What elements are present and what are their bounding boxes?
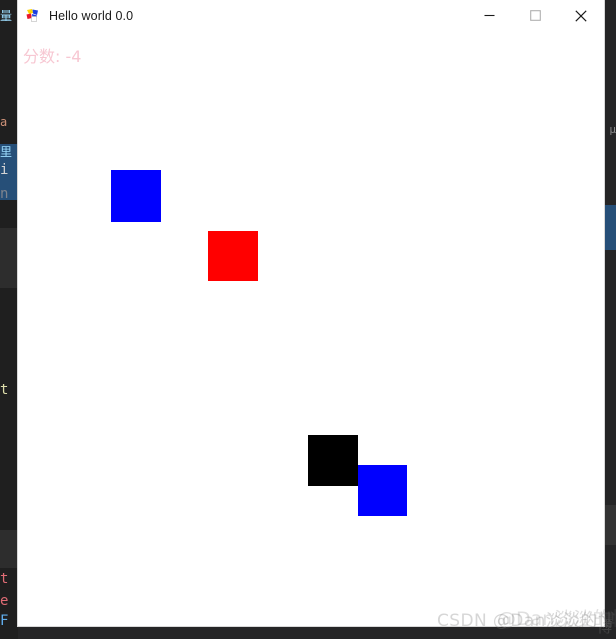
- minimize-button[interactable]: [466, 0, 512, 31]
- ide-right-sliver: μ: [602, 0, 616, 639]
- close-button[interactable]: [558, 0, 604, 31]
- ide-sliver-text: t: [0, 571, 9, 587]
- close-icon: [575, 9, 587, 22]
- ide-right-sliver-text: μ: [609, 123, 616, 136]
- blue-square-1: [111, 170, 161, 222]
- ide-sliver-text: n: [0, 186, 9, 202]
- title-bar[interactable]: Hello world 0.0: [18, 0, 604, 32]
- ide-dark-strip: [0, 228, 18, 288]
- ide-left-sliver: 量 a 里 i n t t e F: [0, 0, 18, 639]
- black-square-1: [308, 435, 358, 486]
- ide-sliver-text: e: [0, 593, 9, 609]
- ide-sliver-text: 量: [0, 9, 13, 23]
- ide-sliver-text: t: [0, 382, 9, 398]
- window-controls: [466, 0, 604, 31]
- ide-dark-strip-2: [0, 530, 18, 568]
- ide-sliver-text: a: [0, 115, 8, 129]
- python-tk-feather-icon: [25, 8, 41, 24]
- ide-right-dark-strip: [602, 505, 616, 545]
- window-title: Hello world 0.0: [49, 8, 134, 23]
- blue-square-2: [358, 465, 407, 516]
- maximize-icon: [529, 10, 541, 21]
- game-canvas[interactable]: 分数: -4: [18, 31, 604, 626]
- ide-sliver-text: i: [0, 162, 9, 178]
- ide-sliver-text: F: [0, 613, 9, 629]
- tk-application-window: Hello world 0.0 分数: -4: [18, 0, 604, 626]
- minimize-icon: [484, 14, 494, 17]
- score-label: 分数: -4: [23, 47, 82, 66]
- red-square-1: [208, 231, 258, 281]
- ide-right-selection-band: [602, 205, 616, 250]
- ide-sliver-text: 里: [0, 145, 13, 159]
- maximize-button[interactable]: [512, 0, 558, 31]
